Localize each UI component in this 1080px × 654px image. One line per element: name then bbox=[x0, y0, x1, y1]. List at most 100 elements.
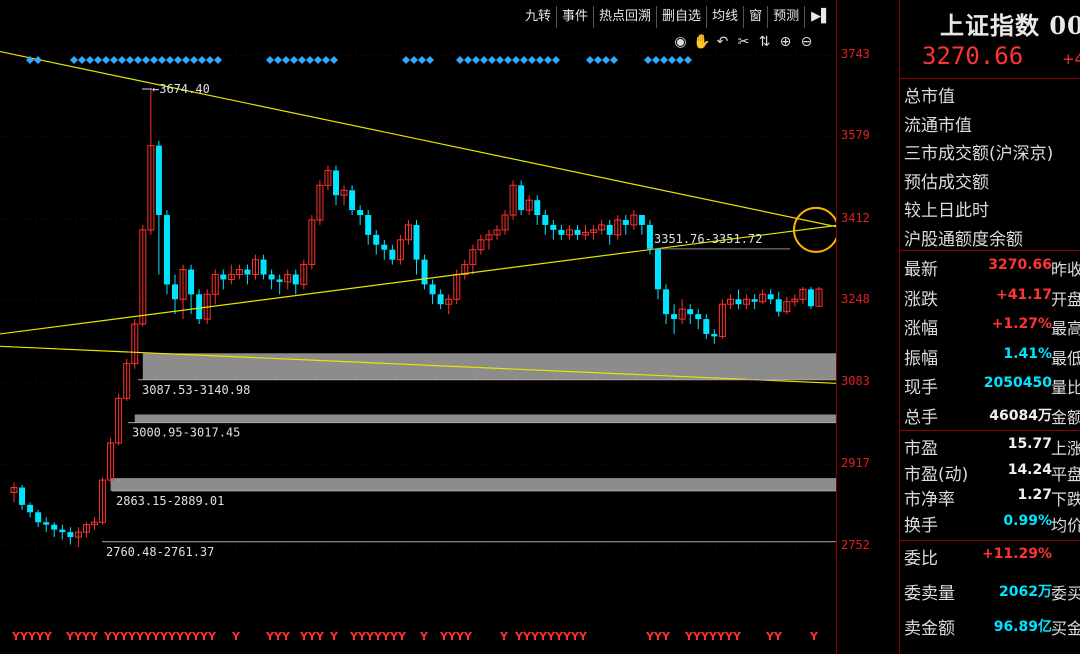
candle-body-down bbox=[244, 269, 251, 275]
zoom-in-icon[interactable]: ⊕ bbox=[777, 34, 794, 51]
annotation-label: 3087.53-3140.98 bbox=[142, 383, 250, 397]
quote-value: 1.41% bbox=[1003, 345, 1052, 362]
candle-body-down bbox=[27, 504, 34, 513]
signal-diamond bbox=[86, 56, 94, 64]
candle-body-down bbox=[51, 524, 58, 530]
signal-diamond bbox=[190, 56, 198, 64]
candle-body-down bbox=[389, 249, 396, 260]
panel-divider bbox=[900, 540, 1080, 541]
toolbar-button-4[interactable]: 均线 bbox=[707, 6, 745, 28]
annotation-label: ←3674.40 bbox=[152, 82, 210, 96]
quote-label: 市净率 bbox=[904, 490, 955, 510]
market-stat-label: 预估成交额 bbox=[904, 172, 989, 193]
y-marker: Y bbox=[43, 630, 53, 643]
quote-value: 2050450 bbox=[983, 375, 1052, 391]
signal-diamond bbox=[214, 56, 222, 64]
candle-body-down bbox=[775, 299, 782, 312]
signal-diamond bbox=[456, 56, 464, 64]
y-marker: Y bbox=[329, 630, 339, 643]
quote-label: 涨幅 bbox=[904, 319, 938, 339]
kline-chart-svg[interactable]: ←3674.40 3351.76-3351.72 3087.53-3140.98 30… bbox=[0, 0, 836, 654]
signal-diamond bbox=[274, 56, 282, 64]
signal-diamond bbox=[488, 56, 496, 64]
quote-label: 振幅 bbox=[904, 348, 938, 369]
chart-toolbar: 九转 事件 热点回溯 删自选 均线窗预测 ▶▌ bbox=[520, 6, 836, 28]
candle-body-down bbox=[276, 279, 283, 282]
candle-body-down bbox=[622, 219, 629, 225]
quote-value: 2062万 bbox=[999, 584, 1052, 600]
market-stat-label: 流通市值 bbox=[904, 115, 972, 136]
price-axis: 3743 3579 3412 3248 3083 2917 2752 bbox=[836, 0, 899, 654]
annotation-label: 3000.95-3017.45 bbox=[132, 426, 240, 440]
signal-diamond bbox=[94, 56, 102, 64]
quote-row: 市盈(动) 14.24 平盘 bbox=[904, 460, 1080, 486]
quote-label-secondary: 最高 bbox=[1051, 319, 1080, 338]
quote-label: 总手 bbox=[904, 407, 938, 428]
price-tick-label: 3743 bbox=[841, 47, 870, 61]
quote-label: 市盈(动) bbox=[904, 464, 969, 485]
toolbar-button-0[interactable]: 九转 bbox=[520, 6, 558, 28]
candle-body-down bbox=[196, 294, 203, 320]
cut-icon[interactable]: ✂ bbox=[735, 34, 752, 51]
annotation-label: 3351.76-3351.72 bbox=[654, 232, 762, 246]
last-price: 3270.66 bbox=[922, 42, 1024, 70]
quote-value: 15.77 bbox=[1007, 436, 1052, 452]
quote-label-secondary: 上涨 bbox=[1051, 439, 1080, 458]
hand-icon[interactable]: ✋ bbox=[693, 34, 710, 51]
candle-body-down bbox=[220, 274, 227, 280]
candle-body-down bbox=[574, 229, 581, 235]
zoom-out-icon[interactable]: ⊖ bbox=[798, 34, 815, 51]
toolbar-button-1[interactable]: 事件 bbox=[557, 6, 595, 28]
signal-diamond bbox=[676, 56, 684, 64]
signal-diamond bbox=[78, 56, 86, 64]
eye-icon[interactable]: ◉ bbox=[672, 34, 689, 51]
price-tick-label: 3579 bbox=[841, 128, 870, 143]
gap-zone bbox=[134, 414, 836, 423]
signal-diamond bbox=[174, 56, 182, 64]
signal-diamond bbox=[314, 56, 322, 64]
toolbar-button-2[interactable]: 热点回溯 bbox=[594, 6, 658, 28]
quote-value: 46084万 bbox=[989, 407, 1052, 424]
signal-diamond bbox=[158, 56, 166, 64]
market-stat-label: 总市值 bbox=[904, 87, 955, 107]
signal-diamond bbox=[610, 56, 618, 64]
quote-row: 涨跌 +41.17 开盘 bbox=[904, 285, 1080, 311]
quote-label: 换手 bbox=[904, 515, 938, 536]
candle-body-down bbox=[655, 248, 661, 290]
undo-icon[interactable]: ↶ bbox=[714, 34, 731, 51]
candle-body-down bbox=[67, 532, 74, 538]
candle-body-down bbox=[606, 224, 613, 235]
candle-body-down bbox=[357, 210, 364, 216]
signal-diamond bbox=[182, 56, 190, 64]
quote-label-secondary: 委买 bbox=[1051, 584, 1080, 603]
signal-diamond bbox=[402, 56, 410, 64]
signal-diamond bbox=[602, 56, 610, 64]
panel-divider bbox=[900, 430, 1080, 431]
collapse-panel-button[interactable]: ▶▌ bbox=[805, 6, 836, 28]
candle-body-down bbox=[437, 294, 444, 305]
candle-body-down bbox=[413, 224, 420, 260]
candle-body-down bbox=[807, 289, 814, 307]
quote-row: 换手 0.99% 均价 bbox=[904, 511, 1080, 537]
signal-diamond bbox=[472, 56, 480, 64]
signal-diamond bbox=[668, 56, 676, 64]
signal-diamond bbox=[520, 56, 528, 64]
y-marker: Y bbox=[397, 630, 407, 643]
toolbar-button-5[interactable]: 窗 bbox=[744, 6, 769, 28]
signal-diamond bbox=[426, 56, 434, 64]
trend-line bbox=[0, 50, 836, 228]
signal-diamond bbox=[306, 56, 314, 64]
candle-body-down bbox=[373, 234, 380, 245]
signal-diamond bbox=[166, 56, 174, 64]
security-title: 上证指数 00 bbox=[940, 11, 1080, 40]
candle-body-down bbox=[381, 244, 388, 250]
toolbar-button-3[interactable]: 删自选 bbox=[657, 6, 708, 28]
kline-chart[interactable]: ←3674.40 3351.76-3351.72 3087.53-3140.98 30… bbox=[0, 0, 836, 654]
candle-body-down bbox=[421, 259, 428, 285]
quote-row: 市盈 15.77 上涨 bbox=[904, 434, 1080, 460]
move-icon[interactable]: ⇅ bbox=[756, 34, 773, 51]
signal-diamond bbox=[410, 56, 418, 64]
toolbar-button-6[interactable]: 预测 bbox=[768, 6, 806, 28]
signal-diamond bbox=[118, 56, 126, 64]
signal-diamond bbox=[142, 56, 150, 64]
